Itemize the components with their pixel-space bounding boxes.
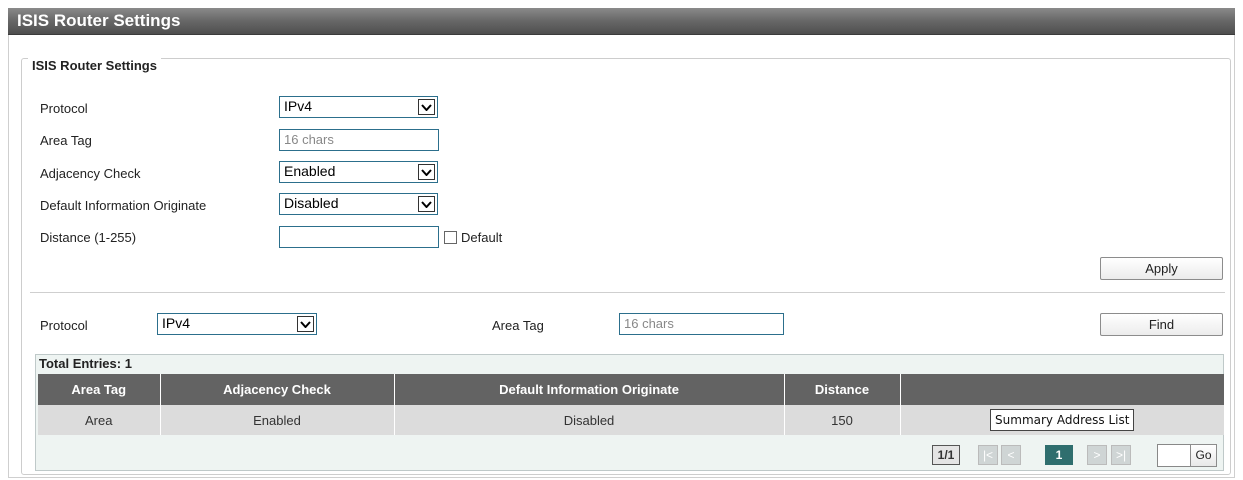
search-area-tag-input[interactable]: 16 chars xyxy=(619,313,784,335)
page-title-bar: ISIS Router Settings xyxy=(8,8,1235,35)
protocol-select[interactable]: IPv4 xyxy=(279,96,438,118)
column-header-action xyxy=(900,374,1224,405)
page-info: 1/1 xyxy=(932,445,960,465)
area-tag-label: Area Tag xyxy=(40,133,92,148)
protocol-select-value: IPv4 xyxy=(284,98,313,114)
table-row: Area Enabled Disabled 150 Summary Addres… xyxy=(38,405,1224,435)
default-info-select[interactable]: Disabled xyxy=(279,193,438,215)
adjacency-check-label: Adjacency Check xyxy=(40,166,141,181)
page-number-input[interactable] xyxy=(1157,444,1191,467)
total-entries: Total Entries: 1 xyxy=(39,356,132,371)
column-header-distance: Distance xyxy=(784,374,901,405)
chevron-down-icon xyxy=(418,99,435,115)
cell-distance: 150 xyxy=(784,405,901,435)
default-info-label: Default Information Originate xyxy=(40,198,207,213)
chevron-down-icon xyxy=(418,164,435,180)
first-page-button[interactable]: |< xyxy=(978,445,998,465)
chevron-down-icon xyxy=(418,196,435,212)
search-protocol-value: IPv4 xyxy=(162,315,191,331)
area-tag-input[interactable]: 16 chars xyxy=(279,129,439,151)
chevron-down-icon xyxy=(297,316,314,332)
settings-legend: ISIS Router Settings xyxy=(28,58,161,73)
table-header-row: Area Tag Adjacency Check Default Informa… xyxy=(38,374,1224,405)
distance-label: Distance (1-255) xyxy=(40,230,137,245)
protocol-label: Protocol xyxy=(40,101,88,116)
area-tag-placeholder: 16 chars xyxy=(284,132,334,147)
search-area-tag-label: Area Tag xyxy=(492,318,544,333)
results-table: Area Tag Adjacency Check Default Informa… xyxy=(38,374,1224,435)
distance-input[interactable] xyxy=(279,226,439,248)
summary-address-list-button[interactable]: Summary Address List xyxy=(990,409,1135,431)
default-checkbox[interactable] xyxy=(444,231,457,244)
search-protocol-select[interactable]: IPv4 xyxy=(157,313,317,335)
prev-page-button[interactable]: < xyxy=(1001,445,1021,465)
next-page-button[interactable]: > xyxy=(1087,445,1107,465)
cell-adjacency-check: Enabled xyxy=(160,405,395,435)
section-divider xyxy=(30,292,1225,293)
column-header-default-info: Default Information Originate xyxy=(394,374,785,405)
adjacency-check-select[interactable]: Enabled xyxy=(279,161,438,183)
current-page-button[interactable]: 1 xyxy=(1045,445,1073,465)
cell-action: Summary Address List xyxy=(900,405,1224,435)
adjacency-check-value: Enabled xyxy=(284,163,336,179)
search-area-tag-placeholder: 16 chars xyxy=(624,316,674,331)
cell-default-info: Disabled xyxy=(394,405,785,435)
column-header-adjacency-check: Adjacency Check xyxy=(160,374,395,405)
column-header-area-tag: Area Tag xyxy=(38,374,161,405)
last-page-button[interactable]: >| xyxy=(1111,445,1131,465)
default-info-value: Disabled xyxy=(284,195,339,211)
go-button[interactable]: Go xyxy=(1190,444,1217,467)
cell-area-tag: Area xyxy=(38,405,161,435)
apply-button[interactable]: Apply xyxy=(1100,257,1223,280)
page-title: ISIS Router Settings xyxy=(17,11,181,30)
find-button[interactable]: Find xyxy=(1100,313,1223,336)
default-checkbox-label: Default xyxy=(461,230,503,245)
search-protocol-label: Protocol xyxy=(40,318,88,333)
